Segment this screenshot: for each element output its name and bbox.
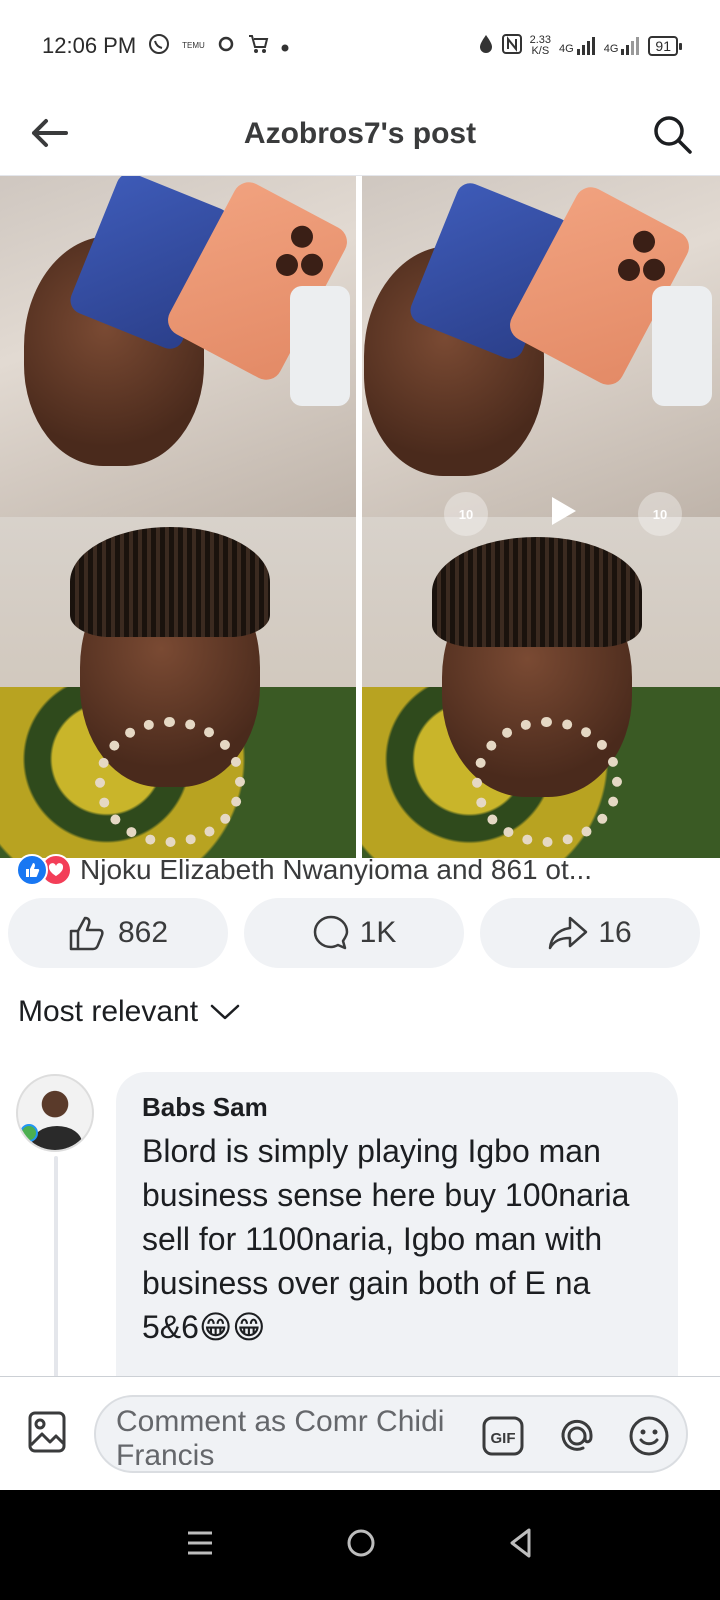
phone-image [290,286,350,406]
dot-icon [281,36,289,57]
comment-input-placeholder: Comment as Comr Chidi Francis [116,1405,445,1465]
reaction-icons [16,854,72,886]
mention-button[interactable] [554,1413,600,1459]
share-count: 16 [598,916,632,949]
back-arrow-icon [32,119,68,147]
phone-image [652,286,712,406]
status-left: 12:06 PM TEMU [42,33,289,60]
shopping-cart-icon [247,33,269,60]
emoji-button[interactable] [626,1413,672,1459]
play-button[interactable] [548,494,578,536]
play-icon [552,497,576,525]
necklace [95,717,245,847]
network-speed-unit: K/S [531,45,550,57]
necklace [472,717,622,847]
person-hair [70,527,270,637]
status-time: 12:06 PM [42,33,137,58]
video-frame-top [362,176,720,517]
search-icon [654,116,692,154]
status-bar: 12:06 PM TEMU 2.33 K/S 4G 4G 91 [0,0,720,92]
data-saver-icon [478,34,494,58]
network-speed: 2.33 K/S [530,35,551,57]
avatar[interactable] [16,1074,94,1152]
comment-input[interactable]: Comment as Comr Chidi Francis GIF [94,1395,688,1473]
page-title: Azobros7's post [243,116,477,150]
home-circle-icon [347,1529,375,1556]
search-button[interactable] [648,110,696,158]
forward-10-label: 10 [652,506,668,522]
sim2-signal: 4G [604,37,641,55]
image-icon [28,1411,66,1453]
gif-label: GIF [491,1430,516,1447]
comment-button[interactable]: 1K [244,898,464,968]
post-actions: 862 1K 16 [8,898,700,970]
post-video[interactable]: 10 10 [362,176,720,858]
person-hair [432,537,642,647]
signal-bars-icon [621,37,640,55]
whatsapp-icon [148,33,170,60]
image-frame-bottom [0,517,356,858]
home-button[interactable] [345,1527,377,1564]
gif-button[interactable]: GIF [480,1413,526,1459]
like-count: 862 [117,916,169,949]
chevron-down-icon [210,1004,240,1020]
sim2-label: 4G [603,43,619,55]
comment-bubble[interactable]: Babs Sam Blord is simply playing Igbo ma… [116,1072,678,1382]
back-triangle-icon [510,1528,531,1557]
sim1-label: 4G [559,43,574,55]
system-back-button[interactable] [507,1527,535,1564]
comment-text: Blord is simply playing Igbo man busines… [142,1133,630,1345]
comment-count: 1K [359,916,397,949]
app-header: Azobros7's post [0,92,720,176]
signal-bars-icon [576,37,595,55]
back-button[interactable] [26,110,72,156]
forward-10-button[interactable]: 10 [638,492,682,536]
thumbs-up-icon [69,916,104,951]
rewind-10-button[interactable]: 10 [444,492,488,536]
gif-icon: GIF [482,1416,524,1456]
at-sign-icon [561,1419,593,1451]
post-media: 10 10 [0,176,720,858]
like-button[interactable]: 862 [8,898,228,968]
recent-apps-button[interactable] [185,1528,215,1563]
reactions-summary[interactable]: Njoku Elizabeth Nwanyioma and 861 ot... [16,848,706,892]
post-image[interactable] [0,176,356,858]
share-button[interactable]: 16 [480,898,700,968]
rewind-10-label: 10 [458,506,474,522]
temu-icon: TEMU [182,41,205,50]
menu-lines-icon [188,1531,212,1554]
image-frame-top [0,176,356,517]
system-navigation-bar [0,1490,720,1600]
add-photo-button[interactable] [28,1411,68,1455]
share-arrow-icon [549,916,588,950]
sync-icon [217,35,235,58]
comment-bubble-icon [313,915,348,950]
thread-line [54,1156,58,1378]
comment-author[interactable]: Babs Sam [142,1092,652,1123]
sort-label: Most relevant [18,995,199,1028]
smiley-icon [629,1416,669,1456]
sim1-signal: 4G [559,37,596,55]
video-frame-bottom [362,517,720,858]
comment-composer: Comment as Comr Chidi Francis GIF [0,1376,720,1490]
nfc-icon [501,34,522,58]
battery-indicator: 91 [648,36,682,56]
status-right: 2.33 K/S 4G 4G 91 [478,34,682,58]
like-reaction-icon [16,854,48,886]
reactions-text: Njoku Elizabeth Nwanyioma and 861 ot... [80,854,593,885]
globe-badge-icon [20,1124,38,1142]
comment-sort-dropdown[interactable]: Most relevant [18,995,240,1029]
